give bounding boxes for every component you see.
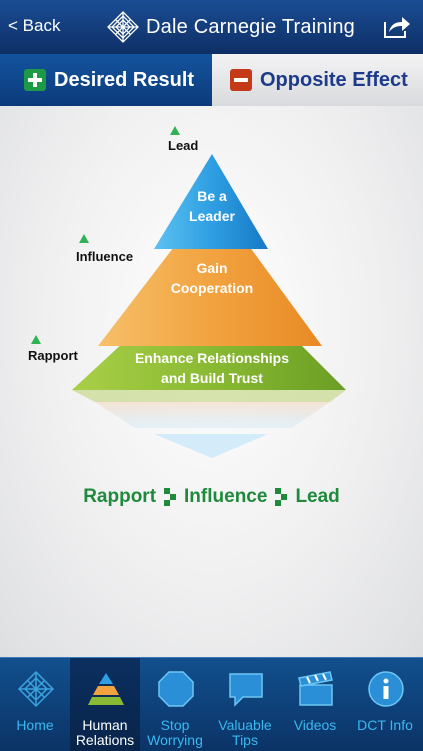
- level-label-lead: Lead: [168, 138, 199, 153]
- tier-text-influence-line2: Cooperation: [170, 280, 254, 296]
- tier-text-rapport-line2: and Build Trust: [161, 370, 263, 386]
- level-label-rapport: Rapport: [28, 348, 78, 363]
- tab-desired-result[interactable]: Desired Result: [0, 54, 212, 106]
- slogan-word-lead: Lead: [295, 486, 340, 507]
- back-button[interactable]: < Back: [8, 16, 60, 36]
- slogan: Rapport Influence Lead: [0, 486, 423, 508]
- tab-human-relations[interactable]: Human Relations: [70, 658, 140, 751]
- level-label-influence: Influence: [76, 249, 134, 264]
- lead-up-arrow-icon: [170, 126, 180, 135]
- pyramid-tier-rapport-base: [72, 390, 346, 402]
- brand-title: Dale Carnegie Training: [146, 15, 355, 38]
- share-icon[interactable]: [383, 13, 411, 39]
- tab-valuable-tips[interactable]: Valuable Tips: [210, 658, 280, 751]
- step-separator-icon: [275, 488, 288, 506]
- tab-dct-info-label: DCT Info: [357, 717, 413, 733]
- tier-text-rapport-line1: Enhance Relationships: [134, 350, 290, 366]
- speech-bubble-icon: [229, 673, 263, 707]
- tier-text-influence-line1: Gain: [196, 260, 228, 276]
- info-icon: [368, 671, 404, 707]
- slogan-word-influence: Influence: [184, 486, 268, 507]
- rapport-up-arrow-icon: [31, 335, 41, 344]
- tab-dct-info[interactable]: DCT Info: [350, 658, 423, 751]
- pyramid-reflection: [95, 402, 330, 428]
- step-separator-icon: [164, 488, 177, 506]
- tier-text-influence: Gain Cooperation: [142, 258, 282, 298]
- tier-text-lead-line1: Be a: [197, 188, 227, 204]
- octagon-icon: [158, 671, 194, 707]
- tab-opposite-effect[interactable]: Opposite Effect: [212, 54, 423, 106]
- tab-home-label: Home: [16, 717, 54, 733]
- result-tabs: Desired Result Opposite Effect: [0, 54, 423, 106]
- dale-carnegie-logo-icon: [107, 11, 139, 43]
- tier-text-lead: Be a Leader: [162, 186, 262, 226]
- tab-videos[interactable]: Videos: [280, 658, 350, 751]
- tab-desired-label: Desired Result: [54, 68, 195, 91]
- tab-opposite-label: Opposite Effect: [260, 68, 408, 91]
- tier-text-lead-line2: Leader: [189, 208, 235, 224]
- tab-videos-label: Videos: [293, 717, 337, 733]
- clapperboard-icon: [298, 671, 333, 706]
- bottom-tab-bar: Home Human Relations Stop Worrying Valuabl…: [0, 657, 423, 751]
- slogan-word-rapport: Rapport: [83, 486, 157, 507]
- pyramid-reflection-tip: [154, 434, 268, 458]
- tab-home[interactable]: Home: [0, 658, 70, 751]
- pyramid-icon: [88, 673, 124, 705]
- tier-text-rapport: Enhance Relationships and Build Trust: [102, 348, 322, 388]
- tab-valuable-tips-label: Valuable Tips: [218, 717, 272, 748]
- tab-stop-worrying-label: Stop Worrying: [147, 717, 203, 748]
- brand: Dale Carnegie Training: [106, 9, 355, 45]
- plus-icon: [24, 69, 46, 91]
- main-content: Lead Influence Rapport Be a Leader Gain …: [0, 106, 423, 657]
- tab-stop-worrying[interactable]: Stop Worrying: [140, 658, 210, 751]
- tab-human-relations-label: Human Relations: [75, 717, 135, 748]
- top-nav-bar: < Back Dale Carnegie Training: [0, 0, 423, 54]
- home-icon: [17, 670, 55, 708]
- minus-icon: [230, 69, 252, 91]
- influence-up-arrow-icon: [79, 234, 89, 243]
